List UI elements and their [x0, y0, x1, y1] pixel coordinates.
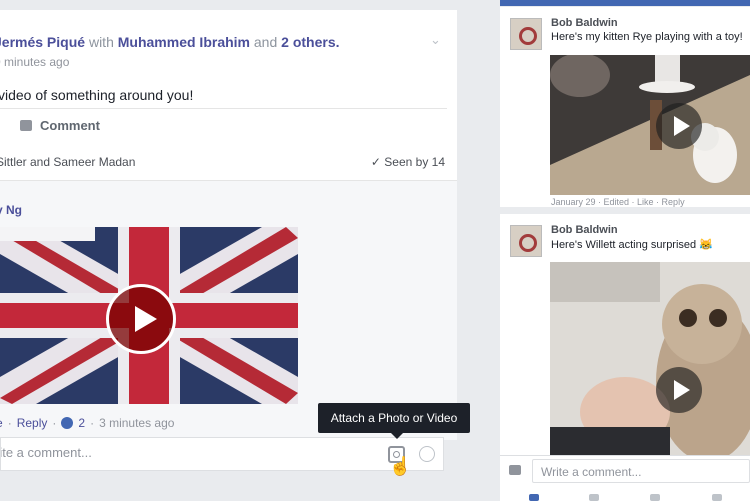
- attach-tooltip: Attach a Photo or Video: [318, 403, 470, 439]
- seen-by-label: Seen by 14: [384, 155, 445, 169]
- camera-icon[interactable]: [509, 465, 521, 475]
- side-post-author[interactable]: Bob Baldwin: [551, 224, 618, 236]
- main-feed: Jermés Piqué with Muhammed Ibrahim and 2…: [0, 0, 500, 500]
- post-tagged-link[interactable]: Muhammed Ibrahim: [118, 34, 250, 50]
- side-post-text: Here's my kitten Rye playing with a toy!: [551, 31, 743, 43]
- side-post: Bob Baldwin Here's my kitten Rye playing…: [500, 7, 750, 207]
- post-card: Jermés Piqué with Muhammed Ibrahim and 2…: [0, 10, 457, 141]
- reply-link[interactable]: Reply: [17, 416, 48, 430]
- seen-names[interactable]: Sittler and Sameer Madan: [0, 155, 135, 169]
- like-icon: [61, 417, 74, 429]
- seen-row: Sittler and Sameer Madan ✓ Seen by 14: [0, 140, 457, 181]
- play-icon[interactable]: [656, 367, 702, 413]
- avatar[interactable]: [510, 225, 542, 257]
- video-thumbnail[interactable]: [0, 227, 298, 404]
- post-and-word: and: [253, 34, 278, 50]
- play-icon[interactable]: [656, 103, 702, 149]
- cat-video-thumbnail[interactable]: [550, 262, 750, 458]
- meta-separator: ·: [52, 416, 57, 430]
- post-text: video of something around you!: [0, 87, 194, 103]
- comment-icon: [20, 120, 32, 131]
- side-comment-input[interactable]: Write a comment...: [532, 459, 750, 483]
- play-icon[interactable]: [106, 284, 176, 354]
- message-sender[interactable]: y Ng: [0, 203, 22, 217]
- post-with-word: with: [88, 34, 114, 50]
- chat-thread: Sittler and Sameer Madan ✓ Seen by 14 y …: [0, 140, 457, 440]
- kitten-video-thumbnail[interactable]: [550, 55, 750, 195]
- seen-by-indicator[interactable]: ✓ Seen by 14: [371, 155, 445, 169]
- side-post: Bob Baldwin Here's Willett acting surpri…: [500, 214, 750, 464]
- emoji-icon[interactable]: [419, 446, 435, 462]
- cursor-hand-icon: ☝: [389, 456, 412, 476]
- comment-button[interactable]: Comment: [20, 118, 100, 133]
- meta-separator: ·: [90, 416, 95, 430]
- side-post-author[interactable]: Bob Baldwin: [551, 17, 618, 29]
- message-time[interactable]: 3 minutes ago: [99, 416, 174, 430]
- side-feed: Bob Baldwin Here's my kitten Rye playing…: [500, 0, 750, 501]
- post-divider: [0, 108, 447, 109]
- post-timestamp[interactable]: 0 minutes ago: [0, 55, 69, 69]
- meta-separator: ·: [7, 416, 12, 430]
- cat-photo: [550, 262, 750, 458]
- side-post-meta: January 29 · Edited · Like · Reply: [551, 197, 685, 207]
- message-meta: e · Reply · 2 · 3 minutes ago: [0, 416, 174, 430]
- post-author-link[interactable]: Jermés Piqué: [0, 34, 85, 50]
- side-topbar: [500, 0, 750, 6]
- post-others-link[interactable]: 2 others.: [281, 34, 339, 50]
- comment-input[interactable]: [1, 445, 361, 460]
- avatar[interactable]: [510, 18, 542, 50]
- like-link[interactable]: e: [0, 416, 3, 430]
- comment-button-label: Comment: [40, 118, 100, 133]
- checkmark-icon: ✓: [370, 155, 381, 169]
- chevron-down-icon[interactable]: ⌄: [430, 32, 441, 48]
- reaction-count[interactable]: 2: [78, 416, 85, 430]
- post-header: Jermés Piqué with Muhammed Ibrahim and 2…: [0, 34, 340, 50]
- comment-composer: [0, 437, 444, 471]
- kitten-photo: [550, 55, 750, 195]
- side-comment-composer: Write a comment...: [500, 455, 750, 501]
- side-post-text: Here's Willett acting surprised 😹: [551, 239, 713, 251]
